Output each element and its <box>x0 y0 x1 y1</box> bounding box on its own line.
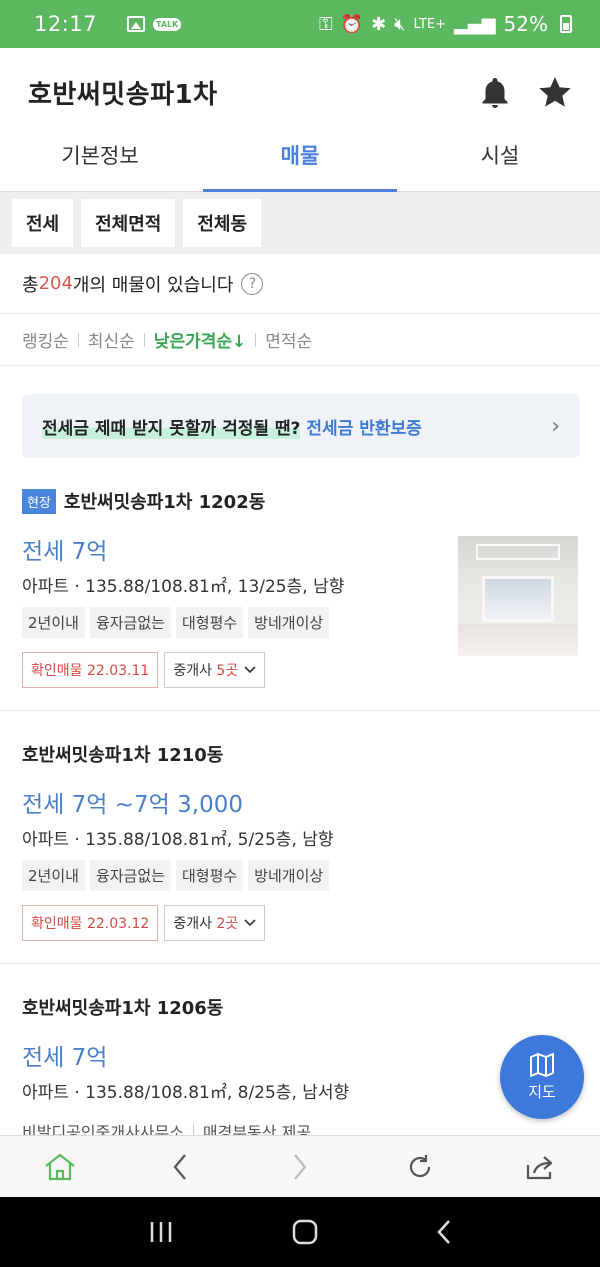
listing-title: 호반써밋송파1차 1206동 <box>22 998 224 1019</box>
confirmed-listing-badge: 확인매물 22.03.11 <box>22 652 159 688</box>
filter-deal-type[interactable]: 전세 <box>12 199 74 247</box>
listing-spec: 아파트 · 135.88/108.81㎡, 5/25층, 남향 <box>22 830 334 850</box>
refresh-icon[interactable] <box>390 1153 450 1181</box>
map-button-label: 지도 <box>528 1082 556 1101</box>
listing-count: 총 204 개의 매물이 있습니다 ? <box>0 254 600 314</box>
sort-bar: 랭킹순 최신순 낮은가격순↓ 면적순 <box>0 314 600 366</box>
star-icon[interactable] <box>538 75 572 109</box>
bluetooth-icon: ✱ <box>371 13 387 35</box>
banner-link[interactable]: 전세금 반환보증 <box>306 414 421 439</box>
listing-photo[interactable] <box>458 536 578 656</box>
tag: 융자금없는 <box>89 860 171 891</box>
tab-facilities[interactable]: 시설 <box>400 136 600 191</box>
forward-icon[interactable] <box>270 1153 330 1181</box>
chevron-right-icon: › <box>551 413 560 439</box>
filter-bar: 전세 전체면적 전체동 <box>0 192 600 254</box>
sort-low-price[interactable]: 낮은가격순↓ <box>154 327 246 352</box>
mute-icon: 🔇︎ <box>394 13 406 35</box>
tab-listings[interactable]: 매물 <box>200 136 400 192</box>
onsite-badge: 현장 <box>22 488 56 514</box>
recent-apps-icon[interactable] <box>148 1220 174 1244</box>
system-nav-bar <box>0 1197 600 1267</box>
filter-building[interactable]: 전체동 <box>183 199 262 247</box>
listing-title: 호반써밋송파1차 1210동 <box>22 745 224 766</box>
tag: 2년이내 <box>22 860 85 891</box>
status-time: 12:17 <box>34 12 98 36</box>
back-icon[interactable] <box>150 1153 210 1181</box>
sort-area[interactable]: 면적순 <box>265 327 312 352</box>
confirmed-listing-badge: 확인매물 22.03.12 <box>22 905 159 941</box>
bell-icon[interactable] <box>478 75 512 109</box>
browser-bottom-nav <box>0 1135 600 1197</box>
system-home-icon[interactable] <box>291 1218 319 1246</box>
battery-level: 52% <box>503 12 548 36</box>
list-item[interactable]: 현장 호반써밋송파1차 1202동 전세 7억 아파트 · 135.88/108… <box>0 458 600 711</box>
signal-icon: ▂▄▆ <box>454 13 496 35</box>
listing-title: 호반써밋송파1차 1202동 <box>63 492 266 513</box>
system-back-icon[interactable] <box>436 1219 452 1245</box>
tag: 방네개이상 <box>248 860 330 891</box>
banner-text: 전세금 제때 받지 못할까 걱정될 땐? <box>42 413 301 439</box>
alarm-icon: ⏰ <box>340 13 364 35</box>
kakaotalk-icon: TALK <box>153 17 182 31</box>
key-icon: ⚿ <box>318 13 333 35</box>
listing-price: 전세 7억 ~7억 3,000 <box>22 792 243 818</box>
agents-dropdown[interactable]: 중개사 2곳 <box>164 905 266 941</box>
sort-ranking[interactable]: 랭킹순 <box>22 327 69 352</box>
tag: 2년이내 <box>22 607 85 638</box>
chevron-down-icon <box>244 919 256 927</box>
tag: 방네개이상 <box>248 607 330 638</box>
tab-bar: 기본정보 매물 시설 <box>0 136 600 192</box>
filter-area[interactable]: 전체면적 <box>81 199 176 247</box>
deposit-guarantee-banner[interactable]: 전세금 제때 받지 못할까 걱정될 땐? 전세금 반환보증 › <box>22 394 580 458</box>
home-icon[interactable] <box>30 1152 90 1182</box>
tag: 융자금없는 <box>89 607 171 638</box>
tag: 대형평수 <box>175 860 244 891</box>
map-button[interactable]: 지도 <box>500 1035 584 1119</box>
share-icon[interactable] <box>510 1153 570 1181</box>
listing-count-number: 204 <box>38 273 73 294</box>
map-icon <box>530 1052 554 1077</box>
network-label: LTE+ <box>413 16 447 32</box>
help-icon[interactable]: ? <box>241 272 264 295</box>
gallery-icon <box>127 16 146 32</box>
page-title: 호반써밋송파1차 <box>28 79 218 110</box>
list-item[interactable]: 호반써밋송파1차 1210동 전세 7억 ~7억 3,000 아파트 · 135… <box>0 711 600 964</box>
battery-icon <box>560 15 572 33</box>
tab-basic-info[interactable]: 기본정보 <box>0 136 200 191</box>
listing-tags: 2년이내 융자금없는 대형평수 방네개이상 <box>22 860 578 891</box>
app-header: 호반써밋송파1차 <box>0 48 600 136</box>
chevron-down-icon <box>244 666 256 674</box>
agents-dropdown[interactable]: 중개사 5곳 <box>164 652 266 688</box>
tag: 대형평수 <box>175 607 244 638</box>
listing-spec: 아파트 · 135.88/108.81㎡, 8/25층, 남서향 <box>22 1083 350 1103</box>
status-bar: 12:17 TALK ⚿ ⏰ ✱ 🔇︎ LTE+ ▂▄▆ 52% <box>0 0 600 48</box>
listing-price: 전세 7억 <box>22 1045 108 1071</box>
sort-latest[interactable]: 최신순 <box>88 327 135 352</box>
